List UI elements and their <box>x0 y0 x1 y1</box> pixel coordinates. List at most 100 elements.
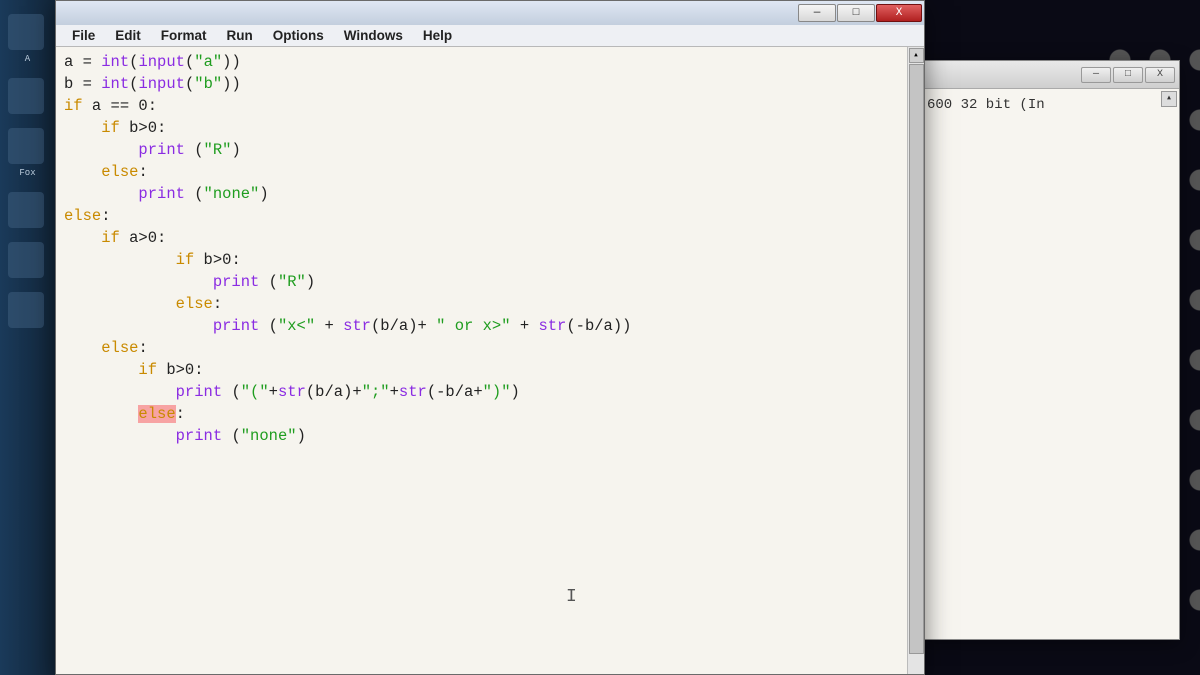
code-keyword: else <box>101 163 138 181</box>
vertical-scrollbar[interactable]: ▴ <box>907 47 924 674</box>
code-text <box>64 119 101 137</box>
taskbar-label: A <box>0 54 55 64</box>
code-text: ) <box>511 383 520 401</box>
code-text: a == 0: <box>83 97 157 115</box>
code-text <box>64 163 101 181</box>
maximize-button[interactable]: □ <box>837 4 875 22</box>
maximize-button[interactable]: □ <box>1113 67 1143 83</box>
code-keyword: else <box>176 295 213 313</box>
code-text <box>64 317 213 335</box>
code-string: ";" <box>362 383 390 401</box>
text-cursor-icon: I <box>566 587 567 607</box>
scroll-up-button[interactable]: ▴ <box>1161 91 1177 107</box>
code-text: a>0: <box>120 229 167 247</box>
code-builtin: print <box>213 273 260 291</box>
code-text <box>64 141 138 159</box>
code-string: "R" <box>204 141 232 159</box>
menu-edit[interactable]: Edit <box>107 27 149 44</box>
code-text: a = <box>64 53 101 71</box>
code-text: ( <box>259 273 278 291</box>
editor-titlebar[interactable]: — □ X <box>56 1 924 25</box>
code-string: "none" <box>204 185 260 203</box>
scroll-up-icon[interactable]: ▴ <box>909 48 924 63</box>
code-text: ) <box>231 141 240 159</box>
menu-format[interactable]: Format <box>153 27 215 44</box>
code-string: "x<" <box>278 317 315 335</box>
code-string: ")" <box>483 383 511 401</box>
code-text <box>64 383 176 401</box>
code-builtin: int <box>101 75 129 93</box>
code-keyword: else <box>101 339 138 357</box>
shell-text: 600 32 bit (In <box>927 97 1045 113</box>
code-builtin: input <box>138 75 185 93</box>
close-button[interactable]: X <box>1145 67 1175 83</box>
code-text: (b/a)+ <box>306 383 362 401</box>
code-text <box>64 251 176 269</box>
taskbar-label: Fox <box>0 168 55 178</box>
code-text: : <box>176 405 185 423</box>
code-string: " or x>" <box>436 317 510 335</box>
taskbar-icon[interactable] <box>8 14 44 50</box>
code-text: : <box>138 163 147 181</box>
code-text: : <box>101 207 110 225</box>
code-text <box>64 273 213 291</box>
menu-windows[interactable]: Windows <box>336 27 411 44</box>
shell-window[interactable]: — □ X 600 32 bit (In ▴ <box>920 60 1180 640</box>
code-builtin: str <box>538 317 566 335</box>
menu-options[interactable]: Options <box>265 27 332 44</box>
code-text: : <box>138 339 147 357</box>
code-builtin: input <box>138 53 185 71</box>
code-string: "a" <box>194 53 222 71</box>
code-text: ( <box>185 75 194 93</box>
shell-titlebar[interactable]: — □ X <box>921 61 1179 89</box>
code-builtin: str <box>278 383 306 401</box>
code-builtin: str <box>399 383 427 401</box>
code-text: ( <box>185 53 194 71</box>
code-text: b>0: <box>157 361 204 379</box>
taskbar-icon[interactable] <box>8 128 44 164</box>
scrollbar-thumb[interactable] <box>909 64 924 654</box>
code-text: + <box>511 317 539 335</box>
menu-help[interactable]: Help <box>415 27 460 44</box>
code-text <box>64 361 138 379</box>
code-text: b>0: <box>194 251 241 269</box>
code-text: (b/a)+ <box>371 317 436 335</box>
code-string: "none" <box>241 427 297 445</box>
code-builtin: print <box>176 383 223 401</box>
code-builtin: int <box>101 53 129 71</box>
minimize-button[interactable]: — <box>1081 67 1111 83</box>
taskbar-icon[interactable] <box>8 242 44 278</box>
code-text <box>64 405 138 423</box>
code-content[interactable]: a = int(input("a")) b = int(input("b")) … <box>56 47 924 451</box>
code-text: (-b/a+ <box>427 383 483 401</box>
code-text <box>64 427 176 445</box>
code-text: + <box>269 383 278 401</box>
code-text: )) <box>222 53 241 71</box>
code-builtin: print <box>176 427 223 445</box>
code-text: b>0: <box>120 119 167 137</box>
close-button[interactable]: X <box>876 4 922 22</box>
code-text <box>64 295 176 313</box>
code-builtin: print <box>138 185 185 203</box>
editor-window[interactable]: — □ X File Edit Format Run Options Windo… <box>55 0 925 675</box>
taskbar-icon[interactable] <box>8 192 44 228</box>
code-keyword: if <box>176 251 195 269</box>
taskbar-icon[interactable] <box>8 78 44 114</box>
code-text: ( <box>222 427 241 445</box>
code-string: "R" <box>278 273 306 291</box>
code-text: b = <box>64 75 101 93</box>
menu-file[interactable]: File <box>64 27 103 44</box>
minimize-button[interactable]: — <box>798 4 836 22</box>
code-builtin: str <box>343 317 371 335</box>
taskbar-icon[interactable] <box>8 292 44 328</box>
code-keyword: if <box>138 361 157 379</box>
code-text: ) <box>297 427 306 445</box>
code-keyword: if <box>101 229 120 247</box>
shell-content[interactable]: 600 32 bit (In ▴ <box>921 89 1179 639</box>
code-builtin: print <box>138 141 185 159</box>
code-text: ( <box>185 141 204 159</box>
code-editor[interactable]: a = int(input("a")) b = int(input("b")) … <box>56 47 924 674</box>
menu-run[interactable]: Run <box>219 27 261 44</box>
code-text: ( <box>222 383 241 401</box>
code-keyword: if <box>64 97 83 115</box>
